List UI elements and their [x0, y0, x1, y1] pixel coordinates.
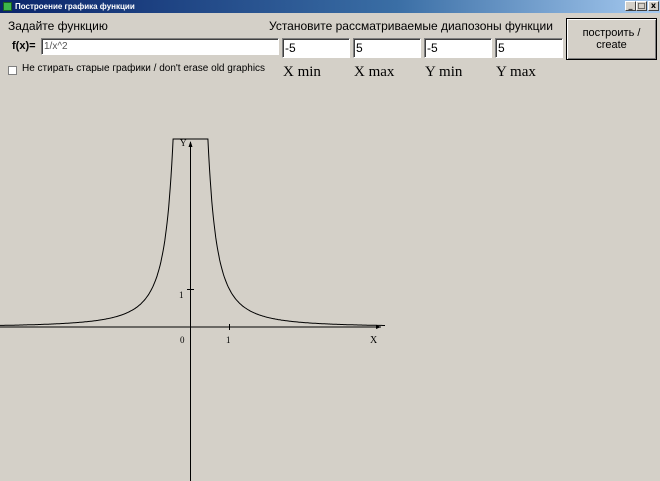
y-unit-label: 1	[179, 290, 184, 300]
graph-canvas: Y X 0 1 1	[0, 138, 385, 481]
x-axis-label: X	[370, 335, 378, 346]
function-curve	[0, 138, 385, 326]
origin-label: 0	[180, 335, 185, 345]
y-axis-arrow	[188, 141, 193, 147]
x-unit-label: 1	[226, 335, 231, 345]
